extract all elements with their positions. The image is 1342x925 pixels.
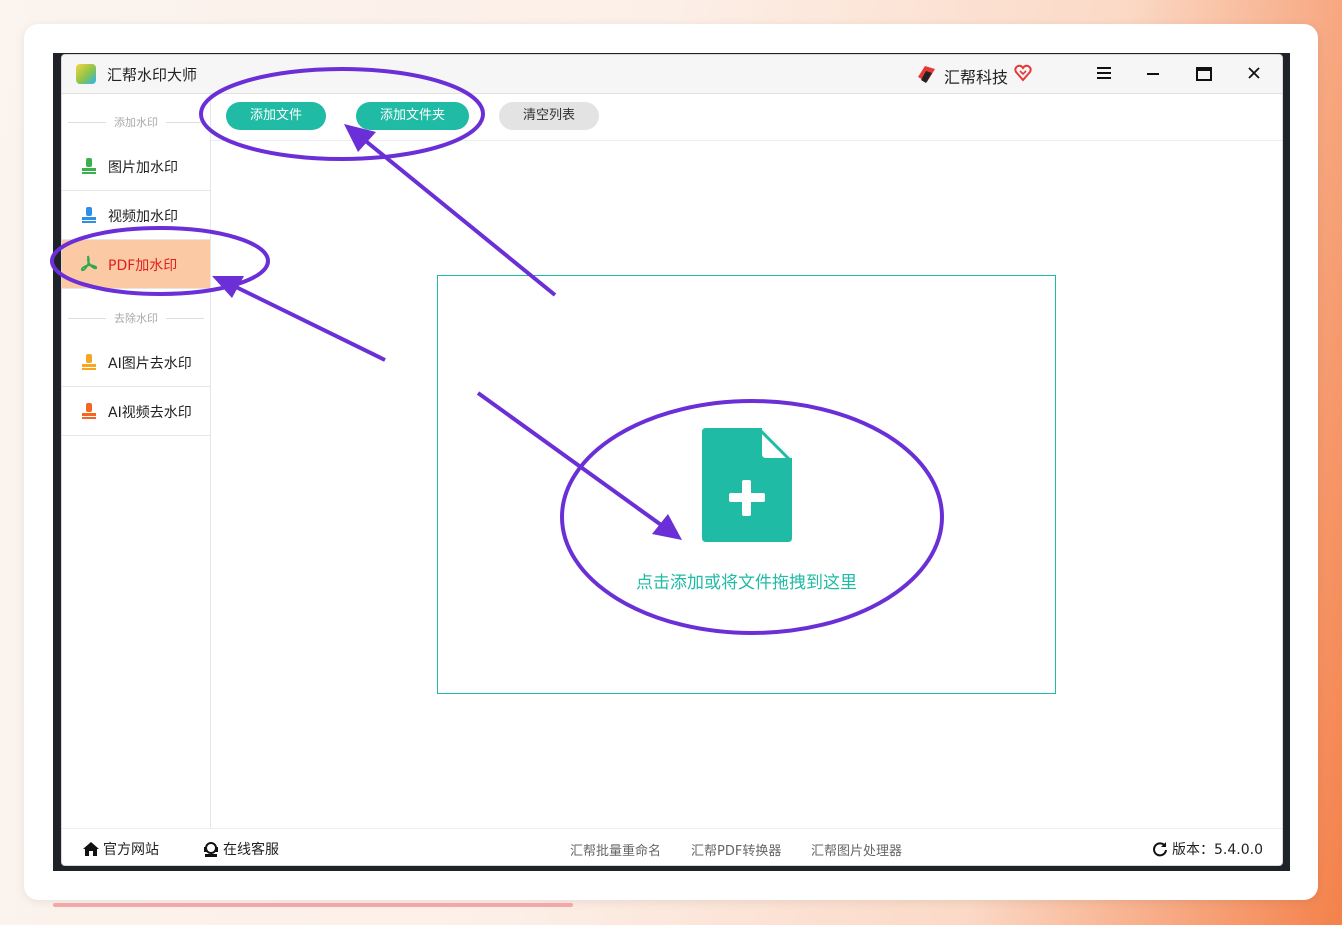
- tool-link-rename[interactable]: 汇帮批量重命名: [570, 840, 661, 859]
- website-link[interactable]: 官方网站: [82, 839, 159, 859]
- section-remove-watermark: 去除水印: [62, 310, 210, 326]
- sidebar-item-label: 图片加水印: [108, 160, 178, 176]
- tool-link-pdf-converter[interactable]: 汇帮PDF转换器: [691, 840, 781, 859]
- app-title: 汇帮水印大师: [107, 66, 198, 84]
- maximize-icon[interactable]: [1190, 61, 1218, 87]
- minimize-icon[interactable]: [1140, 61, 1168, 87]
- sidebar-item-label: AI图片去水印: [108, 356, 192, 372]
- sidebar-item-video-watermark[interactable]: 视频加水印: [62, 191, 210, 240]
- title-bar: 汇帮水印大师 汇帮科技: [62, 55, 1282, 94]
- home-icon: [83, 842, 99, 856]
- pdf-icon: [80, 255, 98, 272]
- vip-heart-icon[interactable]: [1014, 64, 1032, 82]
- ai-video-stamp-icon: [82, 403, 96, 419]
- brand-name: 汇帮科技: [944, 68, 1009, 87]
- app-window: 汇帮水印大师 汇帮科技 添加水印 图片加水印 视频加水印 PDF加水印 去除水印…: [61, 54, 1283, 866]
- sidebar-item-label: AI视频去水印: [108, 405, 192, 421]
- add-file-button[interactable]: 添加文件: [226, 102, 326, 130]
- brand-logo-icon: [918, 66, 935, 83]
- menu-icon[interactable]: [1090, 61, 1118, 87]
- website-label: 官方网站: [103, 842, 159, 858]
- image-stamp-icon: [82, 158, 96, 174]
- sidebar: 添加水印 图片加水印 视频加水印 PDF加水印 去除水印 AI图片去水印 AI视…: [62, 94, 211, 828]
- file-drop-zone[interactable]: 点击添加或将文件拖拽到这里: [437, 275, 1056, 694]
- support-label: 在线客服: [223, 842, 279, 858]
- headset-icon: [204, 842, 218, 857]
- footer-bar: 官方网站 在线客服 汇帮批量重命名 汇帮PDF转换器 汇帮图片处理器 版本：5.…: [62, 828, 1282, 865]
- drop-zone-hint[interactable]: 点击添加或将文件拖拽到这里: [438, 568, 1055, 593]
- close-icon[interactable]: [1240, 61, 1268, 87]
- toolbar: 添加文件 添加文件夹 清空列表: [211, 94, 1282, 141]
- refresh-icon: [1153, 842, 1167, 857]
- tool-link-image-processor[interactable]: 汇帮图片处理器: [811, 840, 902, 859]
- ai-image-stamp-icon: [82, 354, 96, 370]
- sidebar-item-label: 视频加水印: [108, 209, 178, 225]
- add-file-icon[interactable]: [702, 428, 792, 542]
- add-folder-button[interactable]: 添加文件夹: [356, 102, 469, 130]
- video-stamp-icon: [82, 207, 96, 223]
- clear-list-button[interactable]: 清空列表: [499, 102, 599, 130]
- sidebar-item-ai-video-remove[interactable]: AI视频去水印: [62, 387, 210, 436]
- support-link[interactable]: 在线客服: [202, 839, 279, 859]
- sidebar-item-ai-image-remove[interactable]: AI图片去水印: [62, 338, 210, 387]
- version-info[interactable]: 版本：5.4.0.0: [1152, 839, 1263, 859]
- sidebar-item-image-watermark[interactable]: 图片加水印: [62, 142, 210, 191]
- background-strip: [53, 903, 573, 907]
- app-logo-icon: [76, 64, 96, 84]
- sidebar-item-label: PDF加水印: [108, 258, 178, 274]
- version-label: 版本：5.4.0.0: [1172, 842, 1263, 858]
- section-add-watermark: 添加水印: [62, 114, 210, 130]
- sidebar-item-pdf-watermark[interactable]: PDF加水印: [62, 240, 210, 289]
